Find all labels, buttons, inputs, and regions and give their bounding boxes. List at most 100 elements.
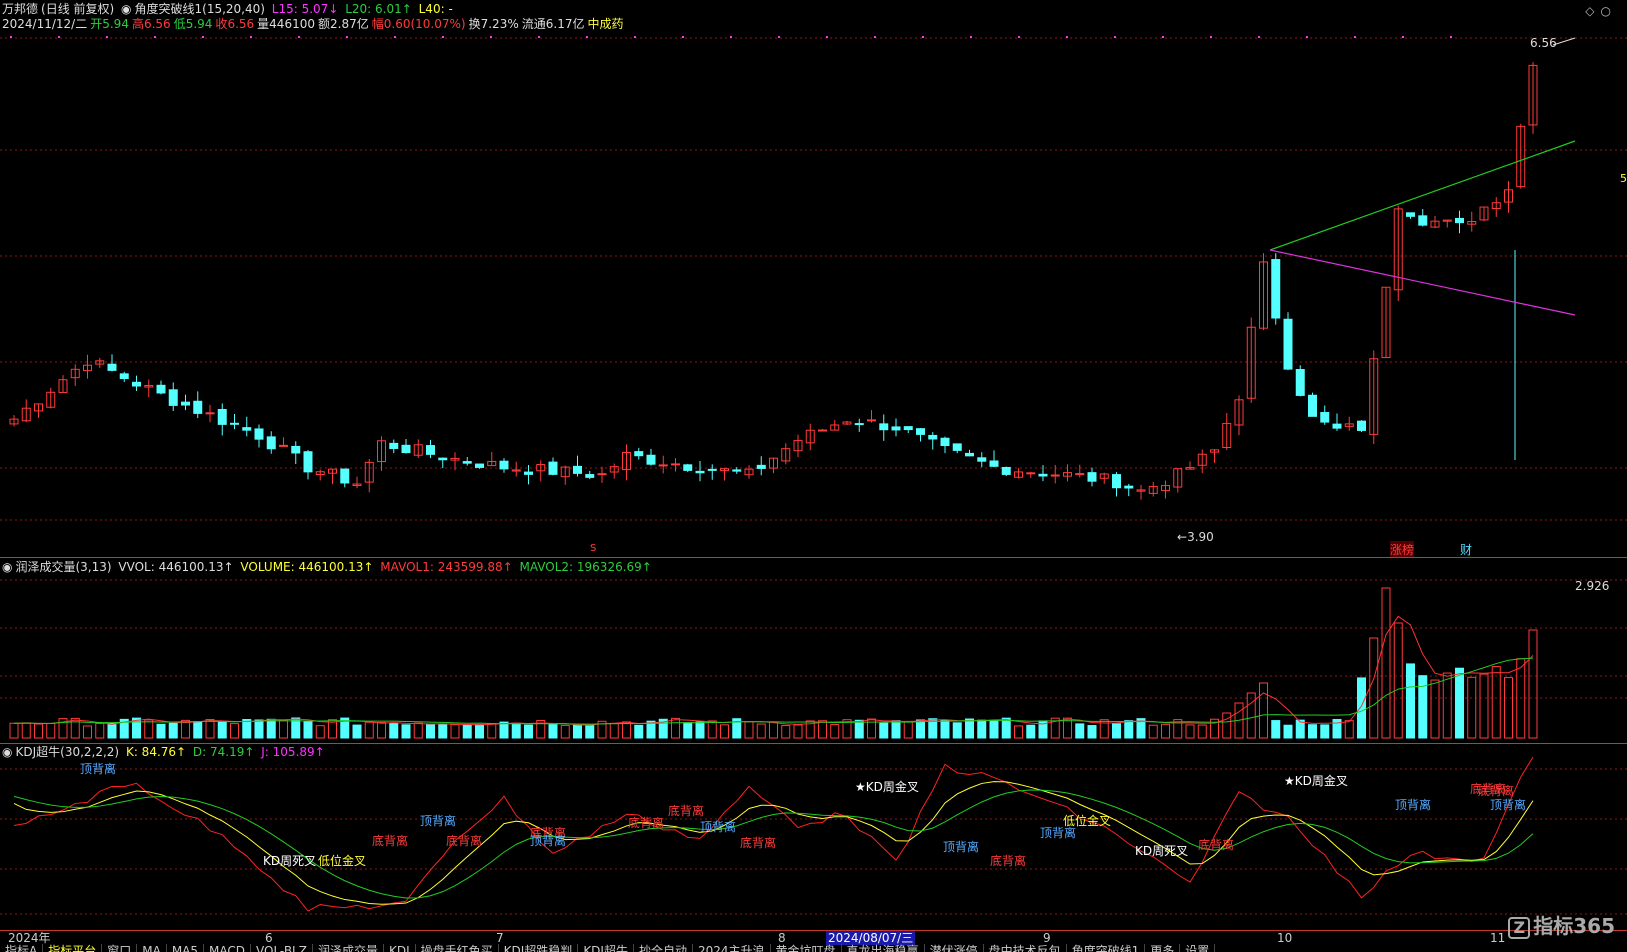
tab-16[interactable]: 潜伏涨停 (925, 944, 984, 952)
turnover-value: 7.23% (480, 17, 519, 31)
tab-9[interactable]: 操盘手红色买 (416, 944, 499, 952)
candle-body (389, 442, 399, 449)
tab-20[interactable]: 设置 (1180, 944, 1216, 952)
volume-bar (695, 721, 705, 739)
volume-bar (438, 723, 448, 739)
volume-bar (524, 724, 533, 739)
candle-body (940, 437, 950, 447)
volume-bar (548, 724, 558, 739)
volume-bar (756, 723, 766, 739)
volume-bar (107, 722, 117, 739)
top-dot (1258, 36, 1260, 38)
tab-4[interactable]: MA5 (167, 944, 205, 952)
tag-s: S (590, 543, 597, 554)
tab-13[interactable]: 2024主升浪 (693, 944, 771, 952)
dropdown-icon[interactable]: ◉ (2, 745, 12, 759)
top-dot (1450, 36, 1452, 38)
volume-bar (95, 722, 105, 739)
volume-bar (144, 719, 154, 739)
dropdown-icon[interactable]: ◉ (2, 560, 12, 574)
tab-7[interactable]: 润泽成交量 (313, 944, 384, 952)
volume-bar (34, 723, 43, 739)
candle-body (1087, 472, 1097, 482)
diamond-icon[interactable]: ◇ (1585, 4, 1600, 18)
window-controls[interactable]: ◇○ (1585, 4, 1617, 18)
volume-bar (891, 720, 901, 739)
candle-body (291, 445, 301, 454)
top-dot (730, 36, 732, 38)
tab-14[interactable]: 黄金坑叮盘 (771, 944, 842, 952)
tab-8[interactable]: KDJ (384, 944, 416, 952)
top-dot (490, 36, 492, 38)
sector-label[interactable]: 中成药 (587, 17, 623, 31)
volume-bar (1393, 622, 1403, 739)
volume-bar (1087, 725, 1097, 739)
high-marker: 6.56 (1530, 36, 1557, 50)
tab-6[interactable]: VOL-BLZ (251, 944, 313, 952)
tab-5[interactable]: MACD (204, 944, 251, 952)
stock-name: 万邦德 (2, 2, 39, 16)
tab-0[interactable]: 指标A (0, 944, 44, 952)
volume-bar (1161, 723, 1170, 739)
tab-19[interactable]: 更多 (1145, 944, 1181, 952)
amount-value: 2.87亿 (330, 17, 369, 31)
kdj-panel[interactable]: ◉ KDJ超牛(30,2,2,2) K: 84.76↑ D: 74.19↑ J: … (0, 743, 1627, 930)
candle-body (205, 412, 215, 415)
tab-11[interactable]: KDJ超牛 (578, 944, 634, 952)
volume-bar (879, 722, 889, 739)
l20-value: L20: 6.01↑ (345, 2, 412, 16)
candle-body (499, 460, 509, 470)
tab-10[interactable]: KDJ超跌稳判 (499, 944, 579, 952)
candle-body (181, 401, 190, 406)
top-dot (58, 36, 60, 38)
trend-line-magenta (1269, 249, 1576, 316)
high-value: 6.56 (143, 17, 171, 31)
top-dot (154, 36, 156, 38)
tab-2[interactable]: 窗口 (102, 944, 138, 952)
volume-bar (707, 720, 717, 739)
tab-3[interactable]: MA (137, 944, 167, 952)
low-marker-value: 3.90 (1187, 530, 1214, 544)
volume-bar (352, 724, 362, 739)
candle-body (867, 419, 876, 422)
indicator-tab-bar[interactable]: 指标A 指标平台 窗口 MA MA5 MACD VOL-BLZ 润泽成交量 KDJ 操盘手红色买 K… (0, 944, 1627, 952)
volume-chart[interactable] (0, 558, 1627, 744)
candlestick-chart[interactable] (0, 0, 1627, 557)
volume-bar (1308, 724, 1317, 739)
volume-header: ◉ 润泽成交量(3,13) VVOL: 446100.13↑ VOLUME: 44… (2, 560, 655, 575)
volume-panel[interactable]: ◉ 润泽成交量(3,13) VVOL: 446100.13↑ VOLUME: 44… (0, 557, 1627, 743)
volume-bar (1124, 720, 1134, 739)
volume-bar (266, 718, 276, 739)
tab-1[interactable]: 指标平台 (43, 944, 103, 952)
tab-15[interactable]: 直龙出海稳赢 (842, 944, 925, 952)
tag-zhangbang[interactable]: 涨榜 (1390, 541, 1415, 558)
amount-label: 额 (317, 17, 330, 31)
open-value: 5.94 (102, 17, 129, 31)
candle-body (1026, 472, 1036, 475)
candle-body (646, 454, 656, 465)
candle-body (1320, 412, 1330, 423)
kdj-chart[interactable] (0, 744, 1627, 931)
tag-cai[interactable]: 财 (1460, 541, 1472, 558)
tab-12[interactable]: 抄全自动 (634, 944, 693, 952)
top-dot (10, 36, 12, 38)
tab-17[interactable]: 盘中技术反包 (984, 944, 1067, 952)
volume-title[interactable]: 润泽成交量(3,13) (15, 560, 111, 574)
candle-body (879, 423, 889, 431)
kdj-title[interactable]: KDJ超牛(30,2,2,2) (15, 745, 119, 759)
kdj-signal-8: 底背离 (668, 804, 705, 818)
indicator-name[interactable]: 角度突破线1(15,20,40) (135, 2, 265, 16)
k-value: K: 84.76↑ (125, 745, 187, 759)
tab-18[interactable]: 角度突破线1 (1067, 944, 1146, 952)
candle-body (916, 428, 925, 435)
kdj-signal-1: KD周死叉 (263, 854, 317, 868)
chart-mode: (日线 前复权) (41, 2, 115, 16)
circle-icon[interactable]: ○ (1601, 4, 1617, 18)
price-panel[interactable]: 万邦德 (日线 前复权) ◉ 角度突破线1(15,20,40) L15: 5.07↓… (0, 0, 1627, 558)
vvol-value: VVOL: 446100.13↑ (118, 560, 234, 574)
kdj-signal-22: 顶背离 (1490, 798, 1527, 812)
dropdown-icon[interactable]: ◉ (121, 2, 131, 16)
top-dot (586, 36, 588, 38)
kdj-signal-16: 顶背离 (1040, 826, 1077, 840)
volume-bar (193, 721, 203, 739)
